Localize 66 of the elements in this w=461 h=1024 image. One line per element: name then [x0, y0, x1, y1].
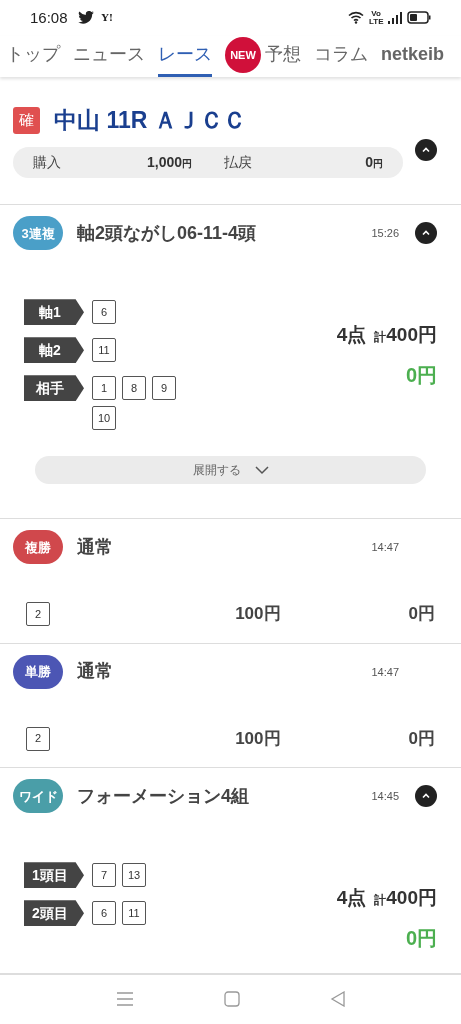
nav-tab[interactable]: コラム: [314, 35, 368, 77]
network-label: Vo LTE: [369, 9, 383, 26]
horse-number: 10: [92, 406, 116, 431]
leg-label: 1頭目: [24, 862, 84, 889]
nav-tab[interactable]: netkeib: [381, 35, 445, 77]
nav-tab[interactable]: レース: [158, 35, 212, 77]
race-title: 中山 11R ＡＪＣＣ: [54, 105, 246, 135]
collapse-button[interactable]: [415, 138, 437, 161]
leg-label: 軸2: [24, 337, 84, 364]
bet-type-badge: ワイド: [13, 779, 63, 814]
bet-type-badge: 複勝: [13, 530, 63, 565]
payout-amount: 0円: [405, 925, 437, 951]
nav-tab[interactable]: トップ: [6, 35, 60, 77]
payout-amount: 0円: [408, 603, 435, 626]
bet-type-badge: 3連複: [13, 216, 63, 251]
home-icon[interactable]: [223, 991, 240, 1008]
horse-number: 11: [122, 901, 146, 926]
signal-icon: [388, 11, 402, 24]
horse-number: 6: [92, 901, 116, 926]
points-count: 4点: [336, 323, 367, 348]
summary-value: 1,000円: [146, 153, 192, 173]
chevron-down-icon: [254, 465, 269, 475]
payout-amount: 0円: [405, 362, 437, 388]
confirmed-badge: 確: [13, 106, 40, 134]
total-amount: 計400円: [374, 323, 437, 348]
horse-number: 7: [92, 863, 116, 888]
nav-tab[interactable]: NEW 予想: [225, 35, 301, 77]
leg-label: 2頭目: [24, 900, 84, 927]
horse-number: 11: [92, 338, 116, 363]
summary-value: 0円: [365, 153, 383, 173]
bet-title: 通常: [77, 535, 113, 559]
bet-time: 14:47: [371, 664, 399, 680]
bird-icon: [77, 11, 94, 25]
new-badge: NEW: [225, 36, 261, 73]
horse-number: 2: [26, 726, 50, 751]
summary-label: 購入: [33, 153, 61, 173]
points-count: 4点: [336, 886, 367, 911]
bet-title: 通常: [77, 660, 113, 684]
back-icon[interactable]: [329, 991, 346, 1008]
collapse-button[interactable]: [415, 785, 437, 808]
bet-type-badge: 単勝: [13, 654, 63, 689]
bet-time: 14:47: [371, 540, 399, 556]
horse-number: 13: [122, 863, 146, 888]
bet-amount: 100円: [235, 727, 281, 750]
leg-label: 相手: [24, 375, 84, 402]
total-amount: 計400円: [374, 886, 437, 911]
collapse-button[interactable]: [415, 222, 437, 245]
horse-number: 9: [152, 376, 176, 401]
horse-number: 1: [92, 376, 116, 401]
app-mark: Y!: [101, 11, 114, 26]
bet-amount: 100円: [235, 603, 281, 626]
leg-label: 軸1: [24, 299, 84, 326]
bet-time: 14:45: [371, 789, 399, 805]
payout-amount: 0円: [408, 727, 435, 750]
horse-number: 6: [92, 300, 116, 325]
summary-label: 払戻: [224, 153, 252, 173]
battery-icon: [407, 11, 431, 25]
bet-title: 軸2頭ながし06-11-4頭: [77, 221, 257, 245]
horse-number: 2: [26, 602, 50, 627]
bet-time: 15:26: [371, 226, 399, 242]
horse-number: 8: [122, 376, 146, 401]
status-time: 16:08: [30, 7, 68, 28]
bet-title: フォーメーション4組: [77, 784, 249, 808]
nav-tab[interactable]: ニュース: [73, 35, 145, 77]
wifi-icon: [348, 11, 364, 25]
expand-button[interactable]: 展開する: [35, 456, 426, 485]
